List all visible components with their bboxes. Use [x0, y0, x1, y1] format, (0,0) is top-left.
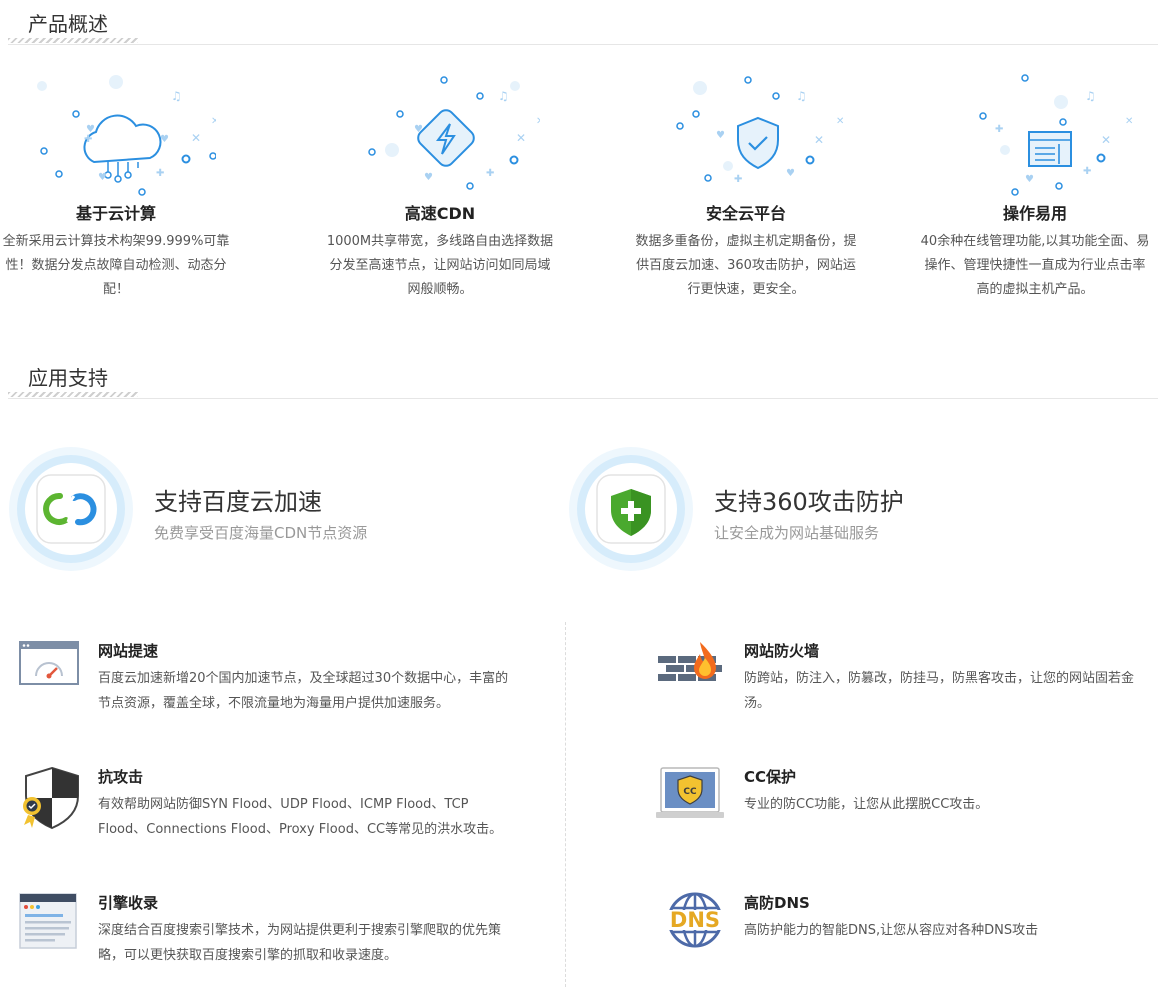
column-divider — [565, 622, 566, 987]
dns-globe-icon: DNS — [662, 892, 726, 948]
title-divider — [8, 398, 1158, 399]
item-title: 网站防火墙 — [744, 642, 820, 660]
svg-text:✕: ✕ — [814, 133, 824, 147]
svg-text:✕: ✕ — [191, 131, 201, 145]
cc-badge-label: CC — [683, 787, 697, 797]
title-hatch-decoration — [8, 38, 138, 43]
item-title: CC保护 — [744, 768, 797, 786]
dns-icon-label: DNS — [670, 908, 720, 932]
svg-text:✚: ✚ — [156, 168, 164, 179]
item-dns: DNS 高防DNS 高防护能力的智能DNS,让您从容应对各种DNS攻击 — [656, 892, 1156, 952]
svg-text:♫: ♫ — [796, 89, 807, 103]
item-title: 高防DNS — [744, 894, 810, 912]
svg-text:♥: ♥ — [98, 172, 107, 183]
svg-text:✕: ✕ — [1125, 116, 1133, 127]
cdn-lightning-icon: ♫ ♥ ✕ ✕ ♥ ✚ — [368, 76, 540, 190]
firewall-icon — [658, 642, 722, 681]
svg-text:♥: ♥ — [786, 168, 795, 179]
support-subtitle: 免费享受百度海量CDN节点资源 — [154, 524, 368, 542]
item-title: 抗攻击 — [98, 768, 144, 786]
svg-text:✚: ✚ — [734, 174, 742, 185]
svg-text:✕: ✕ — [836, 116, 844, 127]
feature-desc: 40余种在线管理功能,以其功能全面、易操作、管理快捷性一直成为行业点击率高的虚拟… — [920, 234, 1150, 297]
svg-text:♥: ♥ — [414, 124, 423, 135]
cloud-computing-icon: ♫♥♥✚ ✕✕♥ ✚ — [37, 75, 216, 196]
baidu-cloud-icon — [9, 447, 133, 571]
item-desc: 防跨站，防注入，防篡改，防挂马，防黑客攻击，让您的网站固若金汤。 — [744, 671, 1135, 711]
item-title: 引擎收录 — [98, 894, 159, 912]
item-site-acceleration: 网站提速 百度云加速新增20个国内加速节点，及全球超过30个数据中心，丰富的节点… — [18, 640, 518, 740]
support-title: 支持百度云加速 — [154, 488, 322, 516]
shield-plus-icon — [569, 447, 693, 571]
svg-text:♫: ♫ — [498, 89, 509, 103]
feature-title: 高速CDN — [404, 204, 476, 223]
svg-text:✚: ✚ — [84, 134, 92, 145]
svg-text:✚: ✚ — [486, 168, 494, 179]
support-360: 支持360攻击防护 让安全成为网站基础服务 — [568, 446, 1128, 576]
svg-text:♫: ♫ — [1085, 89, 1096, 103]
svg-text:♥: ♥ — [1025, 174, 1034, 185]
svg-text:✚: ✚ — [995, 124, 1003, 135]
browser-window-icon: ♫ ✚ ✕ ✕ ♥ ✚ — [979, 74, 1133, 196]
feature-title: 基于云计算 — [75, 204, 156, 223]
svg-text:♥: ♥ — [424, 172, 433, 183]
overview-title: 产品概述 — [28, 12, 108, 36]
feature-cloud-computing: ♫ ♥ ♥ ✚ ✕ ✕ ♥ ✚ 基于云计算 全新采用云计算技术构架99.999%可靠性！数据分… — [1, 66, 231, 302]
feature-easy-operation: ♫ ✚ ✕ ✕ ♥ ✚ 操作易用 40余种在线管理功能,以其功能全面、易操作、管理快捷性一… — [920, 66, 1150, 302]
item-firewall: 网站防火墙 防跨站，防注入，防篡改，防挂马，防黑客攻击，让您的网站固若金汤。 — [656, 640, 1156, 720]
support-baidu: 支持百度云加速 免费享受百度海量CDN节点资源 — [8, 446, 528, 576]
title-divider — [8, 44, 1158, 45]
item-desc: 高防护能力的智能DNS,让您从容应对各种DNS攻击 — [744, 923, 1039, 938]
svg-text:✕: ✕ — [211, 116, 216, 127]
item-desc: 有效帮助网站防御SYN Flood、UDP Flood、ICMP Flood、T… — [98, 797, 503, 837]
item-search-engine: 引擎收录 深度结合百度搜索引擎技术，为网站提供更利于搜索引擎爬取的优先策略，可以… — [18, 892, 518, 972]
apps-title: 应用支持 — [28, 366, 108, 390]
item-cc-protection: CC CC保护 专业的防CC功能，让您从此摆脱CC攻击。 — [656, 766, 1156, 826]
item-desc: 专业的防CC功能，让您从此摆脱CC攻击。 — [744, 797, 989, 812]
feature-title: 操作易用 — [1002, 204, 1067, 223]
item-desc: 深度结合百度搜索引擎技术，为网站提供更利于搜索引擎爬取的优先策略，可以更快获取百… — [98, 923, 502, 963]
item-desc: 百度云加速新增20个国内加速节点，及全球超过30个数据中心，丰富的节点资源，覆盖… — [98, 671, 509, 711]
svg-text:✚: ✚ — [1083, 166, 1091, 177]
title-hatch-decoration — [8, 392, 138, 397]
feature-secure-cloud: ♫ ♥ ✕ ✕ ✚ ♥ 安全云平台 数据多重备份，虚拟主机定期备份，提供百度云加速、360… — [631, 66, 861, 302]
item-title: 网站提速 — [98, 642, 159, 660]
security-shield-icon: ♫ ♥ ✕ ✕ ✚ ♥ — [676, 76, 844, 185]
svg-text:♥: ♥ — [160, 134, 169, 145]
support-subtitle: 让安全成为网站基础服务 — [714, 524, 880, 542]
item-anti-attack: 抗攻击 有效帮助网站防御SYN Flood、UDP Flood、ICMP Flo… — [18, 766, 518, 866]
svg-text:♥: ♥ — [716, 130, 725, 141]
feature-desc: 数据多重备份，虚拟主机定期备份，提供百度云加速、360攻击防护，网站运行更快速，… — [635, 234, 857, 297]
anti-attack-shield-icon — [23, 766, 79, 830]
svg-text:✕: ✕ — [536, 116, 540, 127]
feature-desc: 1000M共享带宽，多线路自由选择数据分发至高速节点，让网站访问如同局域网般顺畅… — [326, 234, 554, 297]
cc-protection-icon: CC — [656, 767, 724, 818]
svg-text:✕: ✕ — [1101, 133, 1111, 147]
feature-desc: 全新采用云计算技术构架99.999%可靠性！数据分发点故障自动检测、动态分配！ — [2, 234, 230, 297]
feature-cdn: ♫ ♥ ✕ ✕ ♥ ✚ 高速CDN 1000M共享带宽，多线路自由选择数据分发至高速节点，… — [325, 66, 555, 302]
support-title: 支持360攻击防护 — [714, 488, 904, 516]
svg-text:✕: ✕ — [516, 131, 526, 145]
svg-text:♫: ♫ — [171, 89, 182, 103]
search-engine-icon — [19, 893, 77, 949]
speedometer-icon — [19, 641, 79, 685]
feature-title: 安全云平台 — [705, 204, 786, 223]
